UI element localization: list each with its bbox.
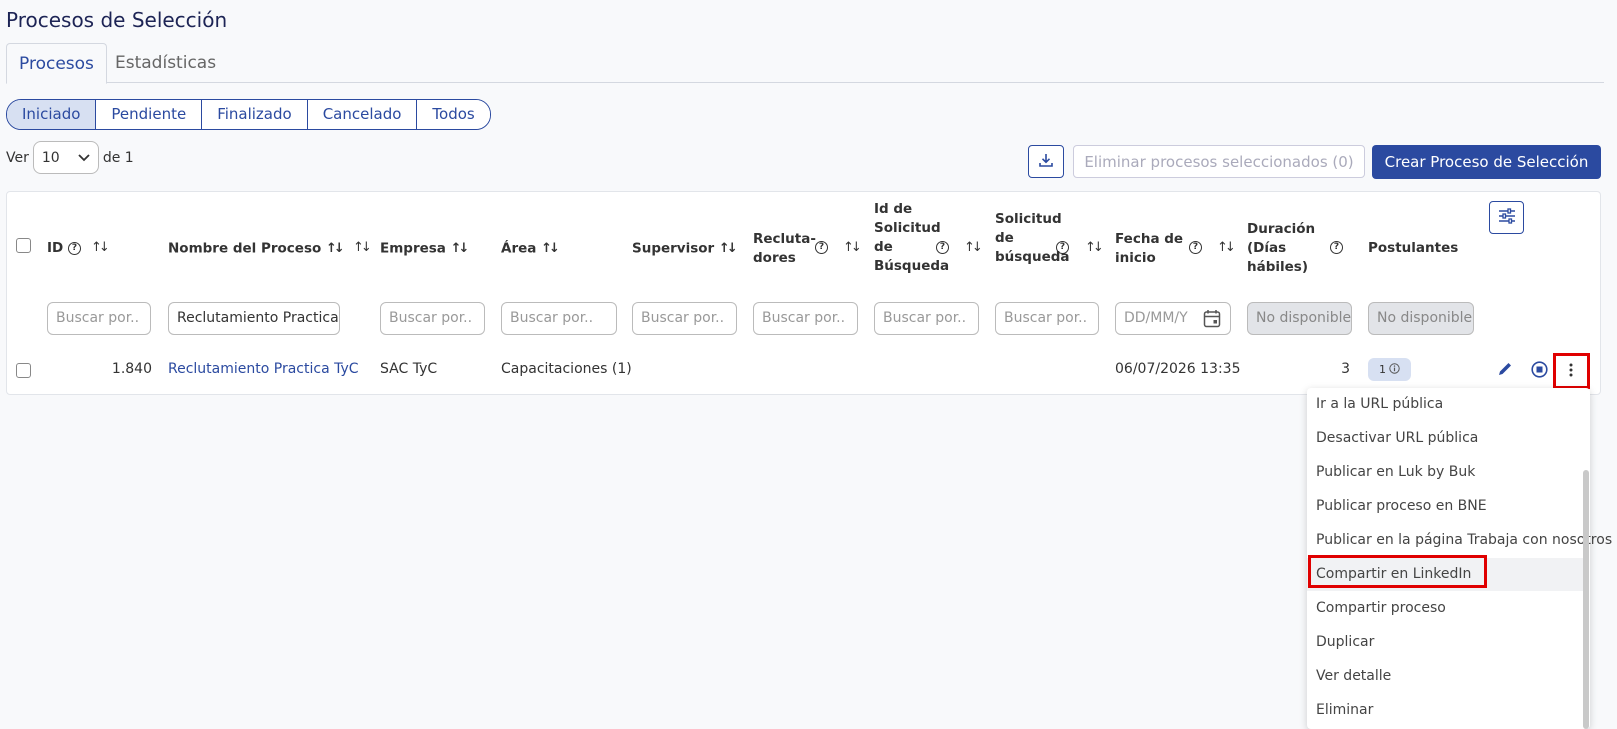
help-icon: ? bbox=[936, 240, 949, 254]
help-icon: ? bbox=[1189, 240, 1202, 254]
filter-postulantes-disabled: No disponible bbox=[1368, 302, 1474, 335]
header-empresa-label: Empresa bbox=[380, 240, 446, 257]
download-button[interactable] bbox=[1028, 145, 1064, 178]
header-id-label: ID bbox=[47, 240, 64, 256]
cell-duracion: 3 bbox=[1341, 361, 1350, 377]
header-fecha-inicio[interactable]: Fecha de inicio bbox=[1115, 230, 1185, 268]
menu-item-compartir-proceso[interactable]: Compartir proceso bbox=[1307, 592, 1583, 625]
header-duracion[interactable]: Duración (Días hábiles) bbox=[1247, 220, 1317, 277]
header-area[interactable]: Área ↑↓ bbox=[501, 239, 560, 259]
filter-empresa-input[interactable]: Buscar por.. bbox=[380, 302, 485, 335]
menu-item-publicar-bne[interactable]: Publicar proceso en BNE bbox=[1307, 490, 1583, 523]
page-title: Procesos de Selección bbox=[6, 8, 228, 32]
menu-item-eliminar[interactable]: Eliminar bbox=[1307, 694, 1583, 727]
menu-item-ver-detalle[interactable]: Ver detalle bbox=[1307, 660, 1583, 693]
cell-nombre-link[interactable]: Reclutamiento Practica TyC bbox=[168, 361, 359, 377]
page-count-label: de 1 bbox=[102, 149, 134, 166]
pagination-row: Ver 10 de 1 bbox=[6, 141, 134, 174]
sort-icon[interactable]: ↑↓ bbox=[1085, 240, 1104, 255]
stop-circle-icon[interactable] bbox=[1530, 360, 1548, 378]
header-reclutadores[interactable]: Recluta-dores bbox=[753, 230, 816, 268]
help-icon: ? bbox=[1330, 240, 1343, 254]
cell-area: Capacitaciones (1) bbox=[501, 361, 632, 377]
status-iniciado-button[interactable]: Iniciado bbox=[7, 100, 97, 129]
status-pendiente-button[interactable]: Pendiente bbox=[96, 100, 203, 129]
status-todos-button[interactable]: Todos bbox=[417, 100, 490, 129]
menu-scrollbar[interactable] bbox=[1583, 470, 1589, 729]
create-process-button[interactable]: Crear Proceso de Selección bbox=[1372, 145, 1601, 179]
header-nombre-label: Nombre del Proceso bbox=[168, 240, 322, 257]
chevron-down-icon bbox=[78, 150, 90, 166]
sort-icon[interactable]: ↑↓ bbox=[91, 240, 110, 255]
filter-id-solicitud-input[interactable]: Buscar por.. bbox=[874, 302, 979, 335]
header-empresa[interactable]: Empresa ↑↓ bbox=[380, 239, 470, 259]
postulantes-count: 1 bbox=[1379, 363, 1386, 376]
info-icon bbox=[1389, 362, 1400, 377]
sort-icon[interactable]: ↑↓ bbox=[719, 239, 738, 258]
status-filter-group: Iniciado Pendiente Finalizado Cancelado … bbox=[6, 99, 491, 130]
filter-area-input[interactable]: Buscar por.. bbox=[501, 302, 617, 335]
header-supervisor[interactable]: Supervisor ↑↓ bbox=[632, 239, 738, 259]
filter-supervisor-input[interactable]: Buscar por.. bbox=[632, 302, 737, 335]
highlight-compartir-linkedin bbox=[1308, 555, 1487, 588]
menu-item-publicar-trabaja[interactable]: Publicar en la página Trabaja con nosotr… bbox=[1307, 524, 1612, 557]
help-icon: ? bbox=[67, 241, 81, 255]
highlight-more-options bbox=[1553, 353, 1590, 389]
tab-procesos[interactable]: Procesos bbox=[6, 43, 107, 84]
select-all-checkbox[interactable] bbox=[16, 238, 31, 253]
cell-empresa: SAC TyC bbox=[380, 361, 438, 377]
header-postulantes: Postulantes bbox=[1368, 240, 1459, 256]
tabs-bar: Procesos Estadísticas bbox=[6, 43, 1604, 84]
sort-icon[interactable]: ↑↓ bbox=[353, 240, 372, 255]
filter-solicitud-input[interactable]: Buscar por.. bbox=[995, 302, 1099, 335]
download-icon bbox=[1038, 152, 1054, 172]
cell-id: 1.840 bbox=[111, 361, 152, 377]
help-icon: ? bbox=[815, 240, 828, 254]
delete-selected-button[interactable]: Eliminar procesos seleccionados (0) bbox=[1073, 145, 1365, 178]
header-solicitud[interactable]: Solicitud de búsqueda bbox=[995, 210, 1070, 267]
header-supervisor-label: Supervisor bbox=[632, 240, 715, 257]
sort-icon[interactable]: ↑↓ bbox=[964, 240, 983, 255]
page-size-select[interactable]: 10 bbox=[32, 141, 99, 174]
column-settings-button[interactable] bbox=[1489, 201, 1524, 234]
header-id-solicitud[interactable]: Id de Solicitud de Búsqueda bbox=[874, 200, 949, 276]
filter-nombre-input[interactable]: Reclutamiento Practica bbox=[168, 302, 340, 335]
ver-label: Ver bbox=[6, 149, 29, 166]
menu-item-desactivar-url[interactable]: Desactivar URL pública bbox=[1307, 422, 1583, 455]
header-area-label: Área bbox=[501, 240, 537, 257]
page-size-value: 10 bbox=[41, 149, 60, 166]
header-nombre[interactable]: Nombre del Proceso ↑↓ bbox=[168, 239, 345, 259]
filter-reclutadores-input[interactable]: Buscar por.. bbox=[753, 302, 858, 335]
sort-icon[interactable]: ↑↓ bbox=[1217, 240, 1236, 255]
status-cancelado-button[interactable]: Cancelado bbox=[307, 100, 418, 129]
sort-icon[interactable]: ↑↓ bbox=[451, 239, 470, 258]
row-checkbox[interactable] bbox=[16, 363, 31, 378]
sort-icon[interactable]: ↑↓ bbox=[541, 239, 560, 258]
sliders-icon bbox=[1498, 207, 1516, 228]
tab-estadisticas[interactable]: Estadísticas bbox=[103, 43, 228, 84]
menu-item-ir-url-publica[interactable]: Ir a la URL pública bbox=[1307, 388, 1583, 421]
calendar-icon[interactable] bbox=[1202, 308, 1222, 328]
filter-id-input[interactable]: Buscar por.. bbox=[47, 302, 151, 335]
status-finalizado-button[interactable]: Finalizado bbox=[202, 100, 308, 129]
filter-duracion-disabled: No disponible bbox=[1247, 302, 1352, 335]
sort-icon[interactable]: ↑↓ bbox=[326, 239, 345, 258]
menu-item-publicar-luk[interactable]: Publicar en Luk by Buk bbox=[1307, 456, 1583, 489]
edit-pencil-icon[interactable] bbox=[1496, 360, 1514, 378]
postulantes-badge[interactable]: 1 bbox=[1368, 358, 1411, 381]
header-id[interactable]: ID ? bbox=[47, 239, 81, 258]
sort-icon[interactable]: ↑↓ bbox=[843, 240, 862, 255]
menu-item-duplicar[interactable]: Duplicar bbox=[1307, 626, 1583, 659]
cell-fecha-inicio: 06/07/2026 13:35 bbox=[1115, 361, 1241, 377]
help-icon: ? bbox=[1056, 240, 1069, 254]
